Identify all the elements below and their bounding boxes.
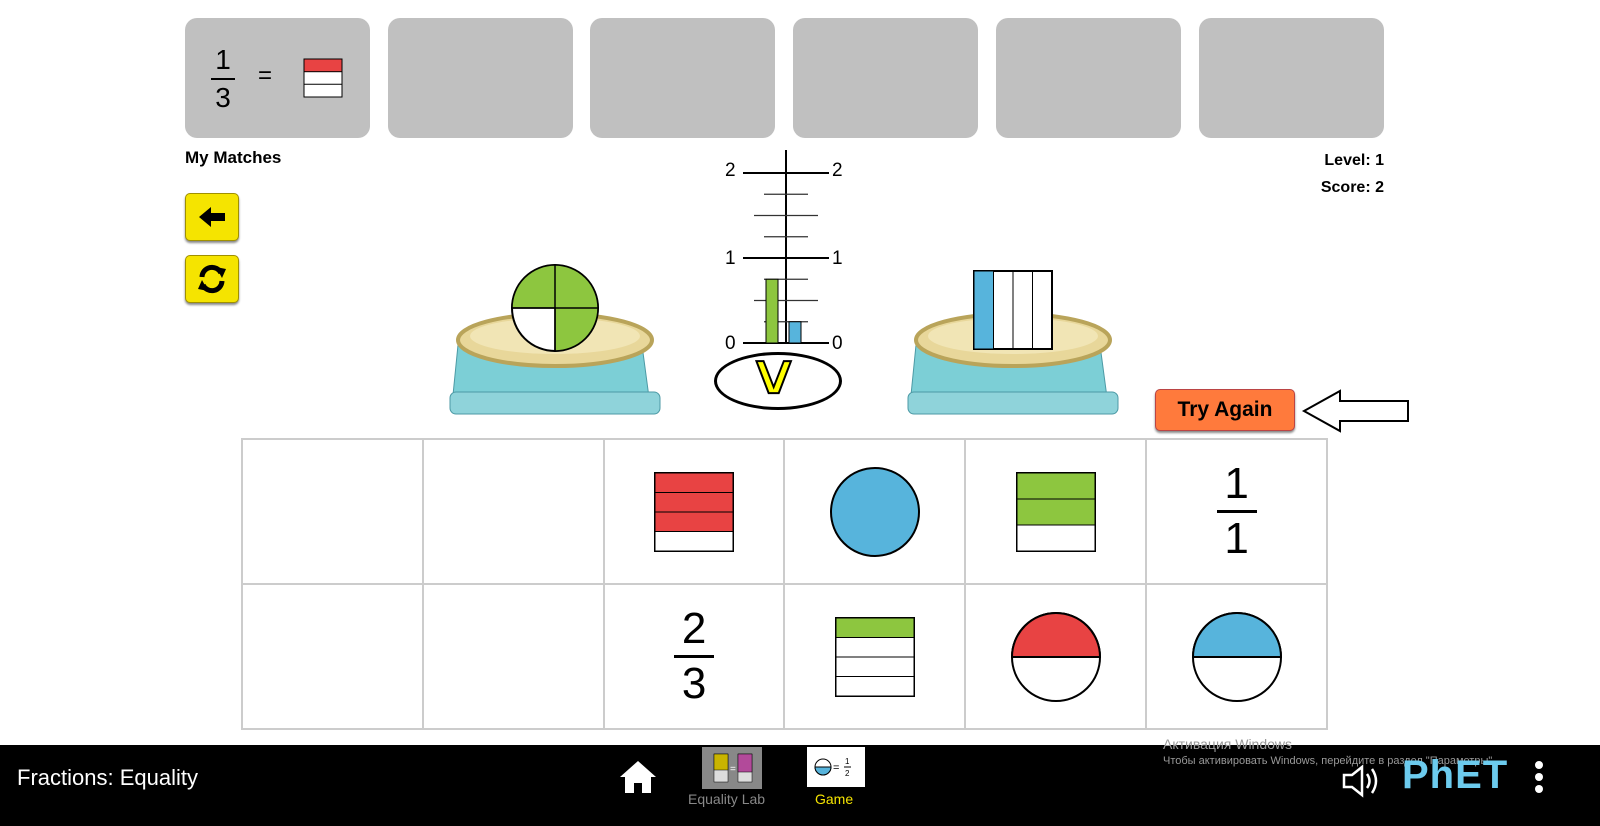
card-cell [422, 584, 604, 729]
card-cell[interactable] [603, 439, 785, 584]
arrow-left-icon [199, 207, 225, 227]
rect-fraction-card[interactable] [1015, 471, 1096, 552]
numerator: 1 [1224, 459, 1249, 508]
level-label: Level: 1 [1324, 152, 1384, 169]
match-slot-6 [1199, 18, 1384, 138]
equals-sign: = [258, 62, 273, 89]
sim-title: Fractions: Equality [17, 765, 198, 790]
windows-watermark-title: Активация Windows [1163, 736, 1293, 752]
svg-text:2: 2 [845, 769, 850, 778]
sound-icon[interactable] [1340, 763, 1384, 799]
back-button[interactable] [185, 193, 239, 241]
tick-label-1-right: 1 [832, 248, 843, 269]
rect-fraction-card[interactable] [654, 471, 735, 552]
rect-fraction-card[interactable] [834, 616, 915, 697]
circle-fraction-card[interactable] [829, 466, 921, 558]
match-slot-3 [590, 18, 775, 138]
card-cell[interactable] [784, 439, 966, 584]
card-cell[interactable]: 11 [1146, 439, 1327, 584]
numerator: 2 [681, 604, 707, 653]
rect-fraction-shape [303, 58, 343, 98]
my-matches-label: My Matches [185, 148, 282, 167]
fraction-card[interactable]: 11 [1216, 459, 1257, 563]
refresh-button[interactable] [185, 255, 239, 303]
try-again-button[interactable]: Try Again [1155, 389, 1295, 431]
card-cell[interactable] [965, 584, 1147, 729]
card-cell[interactable] [1146, 584, 1327, 729]
right-rect-fraction[interactable] [973, 270, 1053, 350]
arrow-left-pointer-icon [1301, 389, 1409, 433]
menu-icon[interactable] [1533, 759, 1545, 799]
refresh-icon [198, 264, 226, 294]
match-fraction: 13 [211, 46, 235, 112]
navigation-bar: Fractions: Equality = Equality Lab = 1 2 G… [0, 736, 1600, 826]
phet-logo[interactable]: PhET [1402, 753, 1508, 798]
denominator: 3 [215, 82, 231, 113]
left-circle-fraction[interactable] [510, 263, 600, 353]
comparison-symbol: > [738, 357, 812, 396]
card-cell [242, 584, 423, 729]
match-slot-1: 13 = [185, 18, 370, 138]
card-cell [242, 439, 423, 584]
game-label[interactable]: Game [815, 791, 853, 807]
game-screen-icon[interactable]: = 1 2 [807, 747, 865, 787]
equality-lab-screen-icon[interactable]: = [702, 747, 762, 789]
tick-label-0-right: 0 [832, 333, 843, 354]
numerator: 1 [215, 44, 231, 75]
card-cell[interactable]: 23 [603, 584, 785, 729]
match-slot-5 [996, 18, 1181, 138]
right-value-bar [788, 321, 802, 344]
svg-text:=: = [833, 762, 839, 774]
denominator: 1 [1224, 514, 1249, 563]
tick-label-0-left: 0 [725, 333, 736, 354]
fraction-card[interactable]: 23 [674, 604, 715, 708]
svg-text:=: = [730, 764, 736, 775]
tick-label-2-left: 2 [725, 160, 736, 181]
denominator: 3 [681, 659, 707, 708]
tick-label-2-right: 2 [832, 160, 843, 181]
equality-lab-label[interactable]: Equality Lab [688, 791, 765, 807]
svg-text:1: 1 [845, 757, 850, 766]
card-cell[interactable] [965, 439, 1147, 584]
left-value-bar [765, 278, 779, 344]
card-cell [422, 439, 604, 584]
tick-label-1-left: 1 [725, 248, 736, 269]
cards-grid: 1123 [241, 438, 1328, 730]
circle-fraction-card[interactable] [1191, 611, 1283, 703]
match-slot-4 [793, 18, 978, 138]
home-icon[interactable] [618, 759, 658, 795]
match-slot-2 [388, 18, 573, 138]
circle-fraction-card[interactable] [1010, 611, 1102, 703]
score-label: Score: 2 [1320, 179, 1384, 196]
card-cell[interactable] [784, 584, 966, 729]
